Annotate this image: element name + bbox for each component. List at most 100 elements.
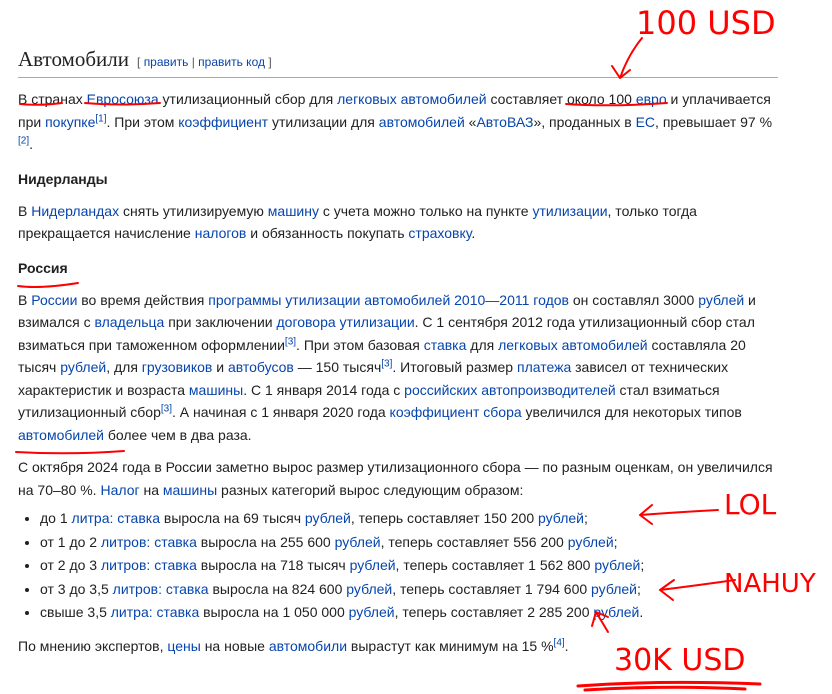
link-rubles[interactable]: рублей [594,557,640,573]
link-car[interactable]: машину [268,203,319,219]
link-taxes[interactable]: налогов [195,225,247,241]
paragraph-2024: С октября 2024 года в России заметно выр… [18,459,773,498]
section-heading: Автомобили [ править | править код ] [18,46,778,79]
link-rate[interactable]: ставка [154,557,197,573]
rate-list-item: от 2 до 3 литров: ставка выросла на 718 … [40,554,778,578]
link-passenger-cars[interactable]: легковых автомобилей [337,91,487,107]
link-rate[interactable]: ставка [424,337,467,353]
rate-item-text: ; [637,580,641,597]
link-liters[interactable]: литра [111,604,149,620]
subheading-russia: Россия [18,259,68,276]
link-rubles[interactable]: рублей [335,534,381,550]
link-netherlands[interactable]: Нидерландах [31,203,119,219]
link-rubles[interactable]: рублей [346,581,392,597]
link-liters[interactable]: литров [101,534,146,550]
rate-item-text: выросла на 824 600 [208,580,347,597]
rate-list-item: от 1 до 2 литров: ставка выросла на 255 … [40,531,778,555]
rate-item-text: , теперь составляет 2 285 200 [394,604,594,621]
underlined-text: странах [31,91,83,108]
rate-list: до 1 литра: ставка выросла на 69 тысяч р… [18,507,778,625]
edit-code-link[interactable]: править код [198,55,265,69]
link-rate[interactable]: ставка [154,534,197,550]
citation-link[interactable]: [3] [161,404,172,415]
link-rubles[interactable]: рублей [568,534,614,550]
link-liters[interactable]: литров [113,581,158,597]
rate-item-text: до 1 [40,510,72,527]
link-rubles[interactable]: рублей [538,510,584,526]
rate-item-text: выросла на 1 050 000 [199,604,349,621]
link-eu-abbr[interactable]: ЕС [636,114,655,130]
link-owner[interactable]: владельца [94,314,164,330]
link-rubles[interactable]: рублей [591,581,637,597]
rate-item-text: от 2 до 3 [40,557,101,574]
rate-item-text: выросла на 718 тысяч [196,557,350,574]
link-buses[interactable]: автобусов [228,359,294,375]
rate-item-text: ; [583,510,588,527]
edit-link[interactable]: править [144,55,189,69]
paragraph-netherlands: В Нидерландах снять утилизируемую машину… [18,202,697,242]
link-automobiles[interactable]: автомобилей [18,427,104,443]
rate-item-text: от 1 до 2 [40,533,101,550]
link-avtovaz[interactable]: АвтоВАЗ [476,114,533,130]
rate-item-text: , теперь составляет 1 794 600 [392,580,592,597]
link-rubles[interactable]: рублей [350,557,396,573]
link-prices[interactable]: цены [167,638,200,654]
link-cars[interactable]: машины [163,482,217,498]
rate-list-item: свыше 3,5 литра: ставка выросла на 1 050… [40,601,778,625]
link-insurance[interactable]: страховку [408,225,471,241]
article-section: Автомобили [ править | править код ] В ст… [18,46,778,657]
link-payment[interactable]: платежа [517,359,571,375]
link-rubles[interactable]: рублей [593,604,639,620]
link-eu[interactable]: Евросоюза [87,91,159,107]
link-russia[interactable]: России [31,292,77,308]
citation-link[interactable]: [4] [554,637,565,648]
link-liters[interactable]: литров [101,557,146,573]
edit-section-links: [ править | править код ] [137,55,272,69]
link-rubles[interactable]: рублей [305,510,351,526]
paragraph-experts: По мнению экспертов, цены на новые автом… [18,637,569,654]
paragraph-russia: В России во время действия программы ути… [18,291,756,443]
citation-link[interactable]: [1] [95,113,106,124]
link-rubles[interactable]: рублей [60,359,106,375]
link-recycling-contract[interactable]: договора утилизации [276,314,414,330]
link-purchase[interactable]: покупке [45,114,95,130]
link-rubles[interactable]: рублей [698,292,744,308]
rate-item-text: свыше 3,5 [40,604,111,621]
citation-link[interactable]: [3] [285,336,296,347]
subheading-netherlands: Нидерланды [18,170,108,187]
scribble-underline [576,680,762,692]
link-rubles[interactable]: рублей [349,604,395,620]
link-tax[interactable]: Налог [100,482,139,498]
link-euro[interactable]: евро [636,91,667,107]
rate-item-text: ; [613,533,618,550]
link-passenger-cars[interactable]: легковых автомобилей [498,337,648,353]
link-russian-manufacturers[interactable]: российских автопроизводителей [404,382,616,398]
rate-item-text: , теперь составляет 556 200 [380,533,568,550]
link-scrappage-program[interactable]: программы утилизации автомобилей 2010—20… [208,292,569,308]
link-rate[interactable]: ставка [166,581,209,597]
link-vehicles[interactable]: машины [189,382,243,398]
link-liters[interactable]: литра [72,510,110,526]
section-title: Автомобили [18,47,129,71]
rate-item-text: , теперь составляет 150 200 [350,510,539,527]
rate-item-text: ; [640,557,645,574]
rate-item-text: выросла на 255 600 [196,533,335,550]
link-recycling[interactable]: утилизации [532,203,607,219]
link-rate[interactable]: ставка [157,604,200,620]
link-rate[interactable]: ставка [117,510,160,526]
link-automobiles[interactable]: автомобили [269,638,347,654]
rate-item-text: , теперь составляет 1 562 800 [395,557,595,574]
annotation-100-usd: 100 USD [636,4,776,42]
paragraph-eu: В странах Евросоюза утилизационный сбор … [18,91,773,153]
link-fee-coefficient[interactable]: коэффициент сбора [390,404,522,420]
link-automobiles[interactable]: автомобилей [379,114,465,130]
rate-item-text: выросла на 69 тысяч [160,510,305,527]
citation-link[interactable]: [2] [18,136,29,147]
link-coefficient[interactable]: коэффициент [178,114,268,130]
link-trucks[interactable]: грузовиков [142,359,213,375]
rate-list-item: до 1 литра: ставка выросла на 69 тысяч р… [40,507,778,531]
rate-list-item: от 3 до 3,5 литров: ставка выросла на 82… [40,578,778,602]
rate-item-text: . [639,604,644,621]
rate-item-text: от 3 до 3,5 [40,580,113,597]
citation-link[interactable]: [3] [381,359,392,370]
